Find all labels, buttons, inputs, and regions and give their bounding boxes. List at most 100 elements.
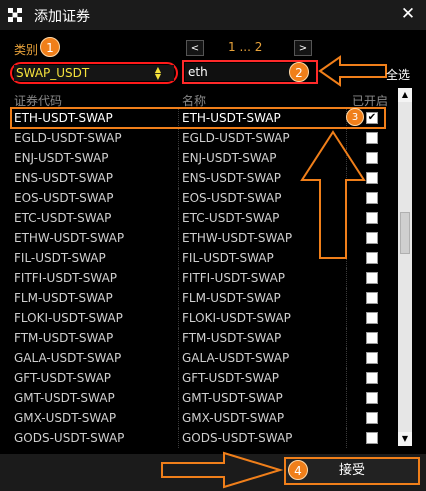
cell-name: EGLD-USDT-SWAP (182, 131, 290, 145)
column-divider (178, 248, 179, 268)
column-divider (346, 328, 347, 348)
cell-code: FIL-USDT-SWAP (14, 251, 106, 265)
enabled-checkbox[interactable] (366, 332, 378, 344)
table-row[interactable]: FTM-USDT-SWAP FTM-USDT-SWAP (6, 328, 394, 348)
column-divider (178, 148, 179, 168)
cell-code: GALA-USDT-SWAP (14, 351, 122, 365)
column-divider (178, 288, 179, 308)
cell-name: FLOKI-USDT-SWAP (182, 311, 291, 325)
page-indicator: 1 ... 2 (228, 40, 263, 54)
column-divider (178, 348, 179, 368)
cell-name: FIL-USDT-SWAP (182, 251, 274, 265)
cell-name: GALA-USDT-SWAP (182, 351, 290, 365)
table-row[interactable]: GMX-USDT-SWAP GMX-USDT-SWAP (6, 408, 394, 428)
cell-name: ENJ-USDT-SWAP (182, 151, 277, 165)
cell-name: GODS-USDT-SWAP (182, 431, 293, 445)
cell-name: ETHW-USDT-SWAP (182, 231, 293, 245)
column-divider (178, 388, 179, 408)
column-divider (178, 268, 179, 288)
enabled-checkbox[interactable] (366, 232, 378, 244)
column-divider (178, 128, 179, 148)
enabled-checkbox[interactable] (366, 312, 378, 324)
enabled-checkbox[interactable] (366, 272, 378, 284)
cell-code: EGLD-USDT-SWAP (14, 131, 122, 145)
scrollbar-track[interactable] (398, 88, 412, 446)
cell-name: ENS-USDT-SWAP (182, 171, 281, 185)
column-divider (346, 308, 347, 328)
cell-code: ETC-USDT-SWAP (14, 211, 112, 225)
enabled-checkbox[interactable] (366, 172, 378, 184)
annotation-badge-2: 2 (289, 62, 309, 82)
table-row[interactable]: FITFI-USDT-SWAP FITFI-USDT-SWAP (6, 268, 394, 288)
cell-name: EOS-USDT-SWAP (182, 191, 282, 205)
enabled-checkbox[interactable] (366, 152, 378, 164)
arrow-annotation-icon (318, 55, 387, 87)
cell-code: FLOKI-USDT-SWAP (14, 311, 123, 325)
enabled-checkbox[interactable] (366, 292, 378, 304)
next-page-button[interactable]: > (294, 40, 312, 56)
column-divider (346, 428, 347, 448)
select-all-button[interactable]: 全选 (386, 66, 410, 83)
column-divider (178, 308, 179, 328)
scrollbar-thumb[interactable] (400, 212, 410, 254)
column-divider (346, 388, 347, 408)
column-divider (346, 288, 347, 308)
enabled-checkbox[interactable] (366, 192, 378, 204)
column-divider (178, 368, 179, 388)
cell-name: GFT-USDT-SWAP (182, 371, 280, 385)
cell-code: ETHW-USDT-SWAP (14, 231, 125, 245)
table-row[interactable]: GODS-USDT-SWAP GODS-USDT-SWAP (6, 428, 394, 448)
annotation-badge-1: 1 (40, 37, 60, 57)
cell-code: GODS-USDT-SWAP (14, 431, 125, 445)
table-row[interactable]: GALA-USDT-SWAP GALA-USDT-SWAP (6, 348, 394, 368)
cell-name: GMT-USDT-SWAP (182, 391, 283, 405)
column-divider (346, 268, 347, 288)
cell-name: GMX-USDT-SWAP (182, 411, 285, 425)
enabled-checkbox[interactable] (366, 212, 378, 224)
column-divider (178, 208, 179, 228)
cell-name: FTM-USDT-SWAP (182, 331, 282, 345)
table-row[interactable]: GMT-USDT-SWAP GMT-USDT-SWAP (6, 388, 394, 408)
search-input[interactable]: eth (185, 63, 295, 81)
arrow-annotation-icon (300, 130, 366, 259)
enabled-checkbox[interactable] (366, 132, 378, 144)
column-divider (178, 428, 179, 448)
table-row[interactable]: FLOKI-USDT-SWAP FLOKI-USDT-SWAP (6, 308, 394, 328)
scroll-down-icon[interactable]: ▼ (398, 432, 412, 446)
enabled-checkbox[interactable] (366, 252, 378, 264)
dropdown-arrows-icon[interactable]: ▲ ▼ (152, 66, 164, 81)
app-logo-icon (8, 8, 22, 22)
arrow-annotation-icon (161, 451, 284, 489)
table-row[interactable]: FLM-USDT-SWAP FLM-USDT-SWAP (6, 288, 394, 308)
column-divider (178, 188, 179, 208)
cell-name: FITFI-USDT-SWAP (182, 271, 286, 285)
annotation-badge-4: 4 (288, 460, 308, 480)
column-divider (346, 408, 347, 428)
cell-code: EOS-USDT-SWAP (14, 191, 114, 205)
enabled-checkbox[interactable] (366, 412, 378, 424)
prev-page-button[interactable]: < (186, 40, 204, 56)
window-title: 添加证券 (34, 9, 90, 25)
cell-code: ENJ-USDT-SWAP (14, 151, 109, 165)
column-divider (178, 228, 179, 248)
category-label: 类别 (14, 43, 39, 57)
cell-code: FITFI-USDT-SWAP (14, 271, 118, 285)
enabled-checkbox[interactable] (366, 392, 378, 404)
cell-code: ENS-USDT-SWAP (14, 171, 113, 185)
cell-code: GFT-USDT-SWAP (14, 371, 112, 385)
table-row[interactable]: GFT-USDT-SWAP GFT-USDT-SWAP (6, 368, 394, 388)
close-icon[interactable]: ✕ (400, 4, 416, 24)
enabled-checkbox[interactable] (366, 372, 378, 384)
column-divider (346, 368, 347, 388)
annotation-badge-3: 3 (346, 108, 364, 126)
enabled-checkbox[interactable] (366, 432, 378, 444)
enabled-checkbox[interactable] (366, 352, 378, 364)
scroll-up-icon[interactable]: ▲ (398, 88, 412, 102)
column-divider (178, 408, 179, 428)
cell-name: ETC-USDT-SWAP (182, 211, 280, 225)
cell-code: FTM-USDT-SWAP (14, 331, 114, 345)
cell-code: GMT-USDT-SWAP (14, 391, 115, 405)
category-select[interactable]: SWAP_USDT (14, 65, 174, 81)
selected-row-highlight (10, 107, 386, 129)
cell-code: FLM-USDT-SWAP (14, 291, 113, 305)
